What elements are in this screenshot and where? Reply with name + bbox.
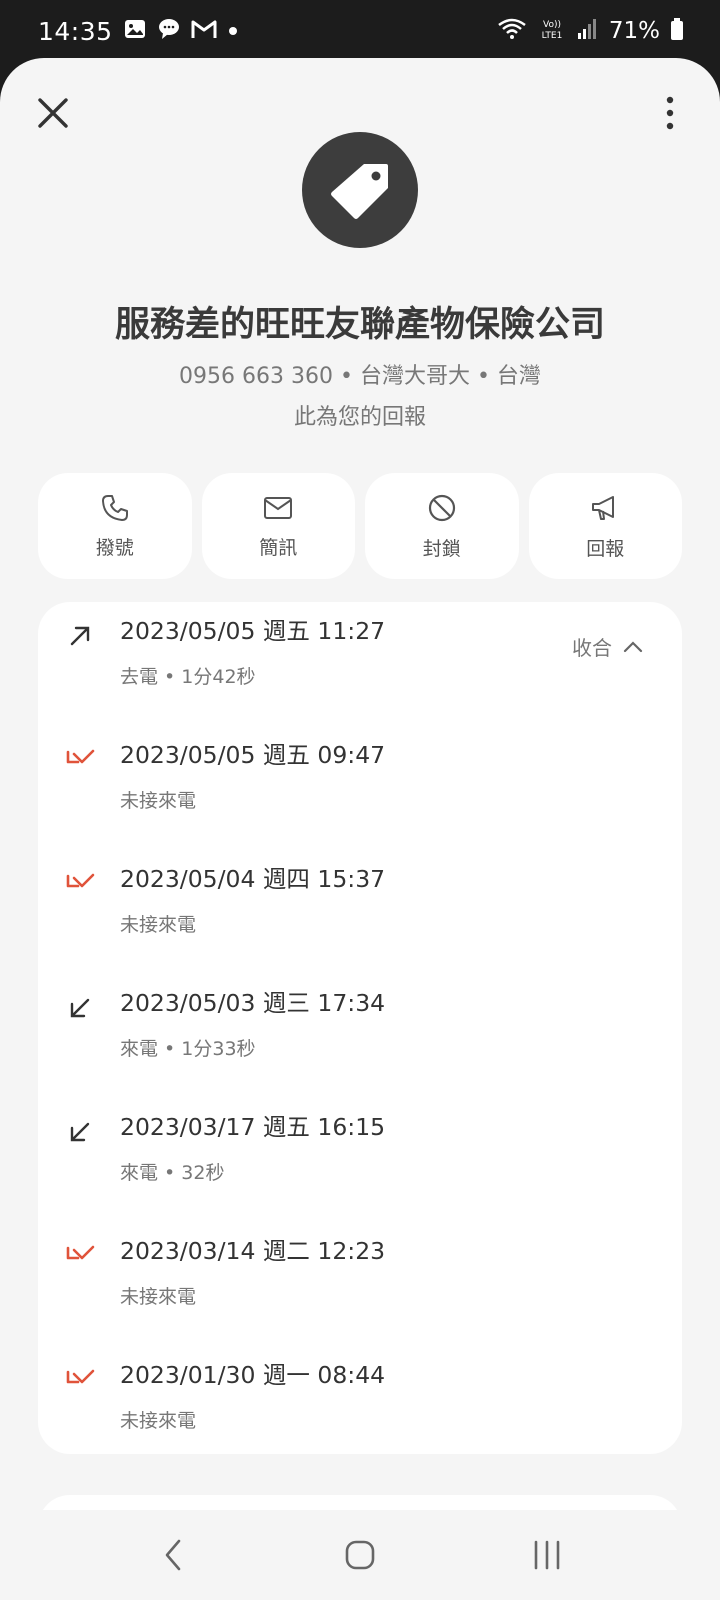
battery-icon <box>670 17 684 45</box>
more-options-button[interactable] <box>650 86 690 140</box>
call-log-item[interactable]: 2023/05/04 週四 15:37 未接來電 <box>38 860 682 960</box>
signal-icon <box>577 17 599 45</box>
block-button-label: 封鎖 <box>422 537 461 560</box>
block-button[interactable]: 封鎖 <box>365 473 519 579</box>
chat-icon <box>157 17 181 45</box>
back-icon <box>166 1539 181 1571</box>
status-left: 14:35 <box>38 17 239 46</box>
call-detail: 未接來電 <box>120 914 197 936</box>
call-date: 2023/05/04 週四 15:37 <box>120 865 386 893</box>
phone-icon <box>101 494 128 521</box>
navigation-bar <box>0 1510 720 1600</box>
status-right: Vo)) LTE1 71% <box>497 17 684 45</box>
outgoing-call-icon <box>70 626 90 646</box>
report-icon <box>592 495 615 520</box>
incoming-call-icon <box>70 998 90 1018</box>
back-button[interactable] <box>143 1525 203 1585</box>
message-button[interactable]: 簡訊 <box>201 473 355 579</box>
svg-text:Vo)): Vo)) <box>543 20 561 30</box>
more-vertical-icon <box>666 96 674 130</box>
status-time: 14:35 <box>38 16 113 46</box>
message-button-label: 簡訊 <box>259 536 298 559</box>
missed-call-icon <box>66 749 95 764</box>
call-log-item[interactable]: 2023/05/03 週三 17:34 來電 • 1分33秒 <box>38 984 682 1084</box>
call-log-card: 收合 2023/05/05 週五 11:27 去電 • 1分42秒 2023/0… <box>38 602 682 1454</box>
call-detail: 未接來電 <box>120 1286 197 1308</box>
incoming-call-icon <box>70 1122 90 1142</box>
call-detail: 去電 • 1分42秒 <box>120 666 256 688</box>
recents-icon <box>534 1540 559 1570</box>
call-date: 2023/01/30 週一 08:44 <box>120 1361 386 1389</box>
missed-call-icon <box>66 873 95 888</box>
call-date: 2023/05/03 週三 17:34 <box>120 989 386 1017</box>
close-button[interactable] <box>26 86 80 140</box>
next-card-peek <box>38 1495 682 1510</box>
report-button[interactable]: 回報 <box>528 473 682 579</box>
close-icon <box>38 98 68 128</box>
message-icon <box>264 496 293 519</box>
call-detail: 未接來電 <box>120 790 197 812</box>
call-button[interactable]: 撥號 <box>38 473 192 579</box>
home-button[interactable] <box>330 1525 390 1585</box>
call-date: 2023/03/17 週五 16:15 <box>120 1113 386 1141</box>
status-bar: 14:35 Vo)) LTE1 71% <box>0 0 720 62</box>
block-icon <box>428 494 455 521</box>
call-log-item[interactable]: 2023/03/17 週五 16:15 來電 • 32秒 <box>38 1108 682 1208</box>
home-icon <box>345 1540 375 1570</box>
missed-call-icon <box>66 1245 95 1260</box>
call-detail: 未接來電 <box>120 1410 197 1432</box>
contact-detail-sheet: 服務差的旺旺友聯產物保險公司 0956 663 360 • 台灣大哥大 • 台灣… <box>0 58 720 1510</box>
call-detail: 來電 • 1分33秒 <box>120 1038 256 1060</box>
contact-note: 此為您的回報 <box>293 405 426 430</box>
avatar <box>302 132 418 248</box>
wifi-icon <box>497 17 527 45</box>
call-detail: 來電 • 32秒 <box>120 1162 225 1184</box>
call-log-item[interactable]: 2023/05/05 週五 11:27 去電 • 1分42秒 <box>38 612 682 712</box>
call-button-label: 撥號 <box>95 536 134 559</box>
volte-icon: Vo)) LTE1 <box>537 17 567 45</box>
call-log-item[interactable]: 2023/05/05 週五 09:47 未接來電 <box>38 736 682 836</box>
gallery-icon <box>123 17 147 45</box>
report-button-label: 回報 <box>586 537 625 560</box>
call-date: 2023/03/14 週二 12:23 <box>120 1237 386 1265</box>
contact-name: 服務差的旺旺友聯產物保險公司 <box>114 305 605 345</box>
call-log-item[interactable]: 2023/01/30 週一 08:44 未接來電 <box>38 1356 682 1456</box>
action-buttons: 撥號 簡訊 封鎖 回報 <box>38 473 682 579</box>
call-date: 2023/05/05 週五 09:47 <box>120 741 386 769</box>
dot-icon <box>227 22 239 41</box>
call-date: 2023/05/05 週五 11:27 <box>120 617 386 645</box>
battery-percent: 71% <box>608 18 660 44</box>
recents-button[interactable] <box>517 1525 577 1585</box>
tag-icon <box>331 164 388 219</box>
contact-info: 0956 663 360 • 台灣大哥大 • 台灣 <box>179 364 541 389</box>
gmail-icon <box>191 18 217 44</box>
call-log-item[interactable]: 2023/03/14 週二 12:23 未接來電 <box>38 1232 682 1332</box>
svg-text:LTE1: LTE1 <box>542 31 563 41</box>
missed-call-icon <box>66 1369 95 1384</box>
